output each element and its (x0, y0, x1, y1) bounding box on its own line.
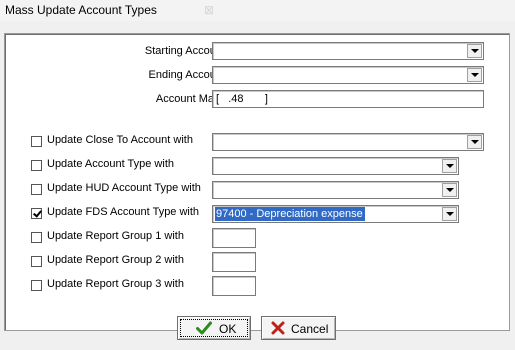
faded-glyph-icon: ⊠ (204, 3, 215, 17)
report-group-1-input[interactable] (212, 228, 256, 248)
form-panel: Starting Account Ending Account Account … (4, 33, 510, 331)
window-title: Mass Update Account Types (5, 3, 157, 17)
update-report-group-3-label: Update Report Group 3 with (47, 278, 184, 290)
report-group-2-input[interactable] (212, 252, 256, 272)
starting-account-dropdown[interactable] (212, 42, 484, 60)
ending-account-dropdown[interactable] (212, 66, 484, 84)
update-hud-account-type-label: Update HUD Account Type with (47, 182, 201, 194)
check-icon (196, 321, 212, 335)
update-report-group-1-checkbox[interactable] (31, 232, 42, 243)
title-bar: Mass Update Account Types ⊠ (0, 0, 515, 22)
fds-account-type-dropdown[interactable]: 97400 - Depreciation expense (212, 205, 459, 223)
chevron-down-icon[interactable] (467, 135, 482, 149)
chevron-down-icon[interactable] (442, 207, 457, 221)
update-hud-account-type-checkbox[interactable] (31, 184, 42, 195)
hud-account-type-dropdown[interactable] (212, 181, 459, 199)
update-close-to-account-label: Update Close To Account with (47, 134, 193, 146)
ok-button[interactable]: OK (177, 316, 251, 340)
dialog-client-area: Starting Account Ending Account Account … (0, 21, 515, 350)
account-mask-input[interactable]: [ .48 ] (212, 90, 484, 108)
fds-account-type-value: 97400 - Depreciation expense (215, 207, 365, 221)
update-report-group-2-label: Update Report Group 2 with (47, 254, 184, 266)
close-to-account-dropdown[interactable] (212, 133, 484, 151)
update-account-type-label: Update Account Type with (47, 158, 174, 170)
chevron-down-icon[interactable] (467, 44, 482, 58)
cancel-button-label: Cancel (291, 322, 329, 336)
update-account-type-checkbox[interactable] (31, 160, 42, 171)
account-mask-value: [ .48 ] (216, 93, 268, 105)
account-type-dropdown[interactable] (212, 157, 459, 175)
update-report-group-1-label: Update Report Group 1 with (47, 230, 184, 242)
cancel-button[interactable]: Cancel (261, 316, 336, 340)
report-group-3-input[interactable] (212, 276, 256, 296)
ok-button-label: OK (219, 322, 237, 336)
chevron-down-icon[interactable] (442, 159, 457, 173)
update-report-group-2-checkbox[interactable] (31, 256, 42, 267)
update-report-group-3-checkbox[interactable] (31, 280, 42, 291)
update-close-to-account-checkbox[interactable] (31, 136, 42, 147)
update-fds-account-type-label: Update FDS Account Type with (47, 206, 200, 218)
update-fds-account-type-checkbox[interactable] (31, 208, 42, 219)
chevron-down-icon[interactable] (467, 68, 482, 82)
x-icon (271, 321, 285, 335)
chevron-down-icon[interactable] (442, 183, 457, 197)
